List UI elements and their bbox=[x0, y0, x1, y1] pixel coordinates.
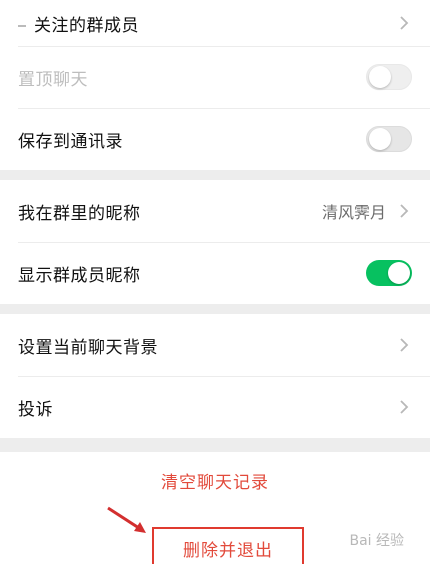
my-nickname-label: 我在群里的昵称 bbox=[18, 203, 141, 224]
delete-and-exit-button[interactable]: 删除并退出 bbox=[152, 527, 304, 564]
show-nicknames-toggle[interactable] bbox=[366, 260, 412, 286]
save-contacts-toggle[interactable] bbox=[366, 126, 412, 152]
actions-panel: 清空聊天记录 删除并退出 Bai 经验 bbox=[0, 452, 430, 564]
toggle-knob bbox=[369, 128, 391, 150]
save-contacts-row: 保存到通讯录 bbox=[0, 108, 430, 170]
section-gap bbox=[0, 304, 430, 314]
clear-history-button[interactable]: 清空聊天记录 bbox=[0, 468, 430, 493]
delete-and-exit-label: 删除并退出 bbox=[183, 540, 273, 561]
my-nickname-row[interactable]: 我在群里的昵称 清风霁月 bbox=[0, 180, 430, 242]
settings-group-1: 关注的群成员 置顶聊天 保存到通讯录 bbox=[0, 0, 430, 170]
show-nicknames-label: 显示群成员昵称 bbox=[18, 265, 141, 286]
focus-members-row[interactable]: 关注的群成员 bbox=[0, 0, 430, 46]
my-nickname-value: 清风霁月 bbox=[321, 203, 386, 222]
save-contacts-label: 保存到通讯录 bbox=[18, 131, 123, 152]
chevron-right-icon bbox=[400, 16, 409, 30]
toggle-knob bbox=[388, 262, 410, 284]
pin-chat-row: 置顶聊天 bbox=[0, 46, 430, 108]
pin-chat-toggle[interactable] bbox=[366, 64, 412, 90]
settings-group-3: 设置当前聊天背景 投诉 bbox=[0, 314, 430, 438]
set-background-label: 设置当前聊天背景 bbox=[18, 337, 158, 358]
show-nicknames-row: 显示群成员昵称 bbox=[0, 242, 430, 304]
settings-group-2: 我在群里的昵称 清风霁月 显示群成员昵称 bbox=[0, 180, 430, 304]
complain-row[interactable]: 投诉 bbox=[0, 376, 430, 438]
section-gap bbox=[0, 170, 430, 180]
focus-members-label: 关注的群成员 bbox=[34, 15, 139, 36]
annotation-arrow-icon bbox=[107, 506, 146, 533]
divider-dash bbox=[18, 24, 26, 27]
set-background-row[interactable]: 设置当前聊天背景 bbox=[0, 314, 430, 376]
complain-label: 投诉 bbox=[18, 399, 53, 420]
chevron-right-icon bbox=[400, 400, 409, 414]
chevron-right-icon bbox=[400, 204, 409, 218]
watermark: Bai 经验 bbox=[349, 533, 404, 549]
pin-chat-label: 置顶聊天 bbox=[18, 69, 88, 90]
toggle-knob bbox=[369, 66, 391, 88]
chevron-right-icon bbox=[400, 338, 409, 352]
